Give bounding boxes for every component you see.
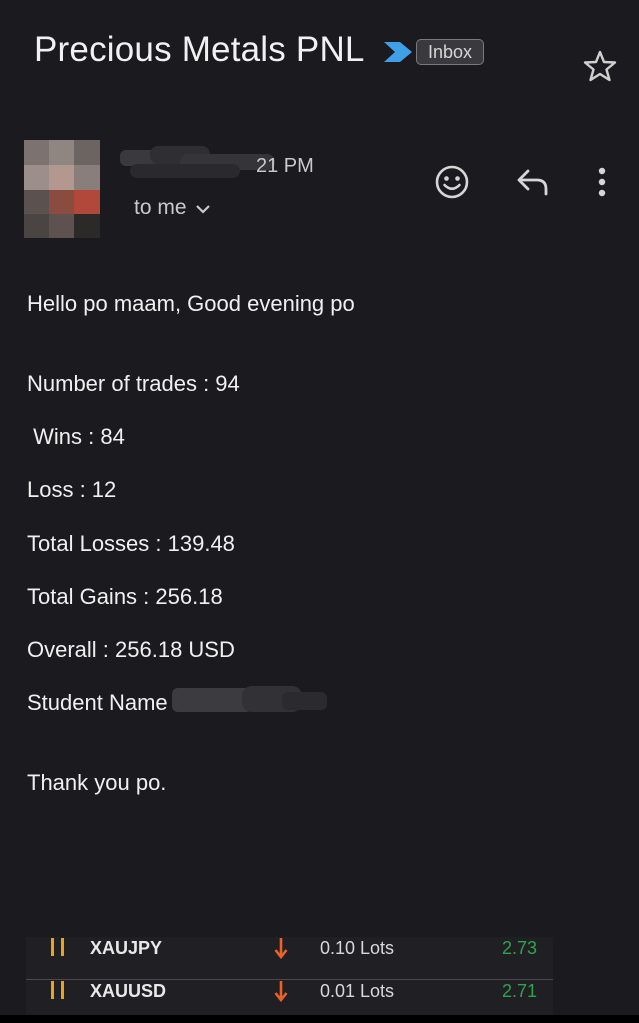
trades-table-image: XAUJPY 0.10 Lots 2.73 XAUUSD 0.01 Lots 2… — [26, 937, 553, 1023]
body-student-name: Student Name — [27, 690, 168, 715]
trade-lots: 0.01 Lots — [320, 981, 395, 1001]
email-subject: Precious Metals PNL — [34, 30, 365, 69]
more-options-button[interactable] — [582, 162, 622, 202]
body-closing: Thank you po. — [27, 770, 167, 795]
body-loss: Loss : 12 — [27, 477, 117, 502]
trade-symbol: XAUJPY — [90, 938, 163, 958]
chevron-down-icon — [195, 205, 210, 214]
trade-symbol: XAUUSD — [90, 981, 167, 1001]
more-vert-icon — [598, 167, 606, 197]
add-reaction-button[interactable] — [432, 162, 472, 202]
pause-bars-icon — [51, 981, 65, 999]
table-row: XAUJPY 0.10 Lots 2.73 — [26, 937, 553, 980]
smiley-icon — [435, 165, 469, 199]
trade-lots: 0.10 Lots — [320, 938, 395, 958]
body-total-gains: Total Gains : 256.18 — [27, 584, 223, 609]
trade-profit: 2.71 — [501, 981, 537, 1001]
sender-name-redaction — [120, 146, 275, 178]
arrow-down-icon — [274, 981, 288, 1002]
recipient-details-toggle[interactable]: to me — [134, 196, 211, 220]
student-name-redaction — [172, 686, 327, 712]
star-icon[interactable] — [582, 48, 618, 84]
arrow-down-icon — [274, 938, 288, 959]
body-wins: Wins : 84 — [27, 424, 125, 449]
importance-marker-icon[interactable] — [382, 40, 414, 64]
body-overall: Overall : 256.18 USD — [27, 637, 235, 662]
inbox-label-chip[interactable]: Inbox — [416, 39, 485, 65]
trade-profit: 2.73 — [501, 938, 537, 958]
reply-icon — [517, 169, 548, 196]
email-time: 21 PM — [256, 155, 314, 177]
to-me-label: to me — [134, 196, 187, 219]
pause-bars-icon — [51, 938, 65, 956]
sender-avatar[interactable] — [24, 140, 100, 238]
body-total-losses: Total Losses : 139.48 — [27, 531, 235, 556]
body-number-of-trades: Number of trades : 94 — [27, 371, 240, 396]
body-greeting: Hello po maam, Good evening po — [27, 291, 355, 316]
email-view: Precious Metals PNL Inbox 21 PM to me He… — [0, 0, 639, 1023]
reply-button[interactable] — [513, 162, 553, 202]
navigation-bar — [0, 1015, 639, 1023]
